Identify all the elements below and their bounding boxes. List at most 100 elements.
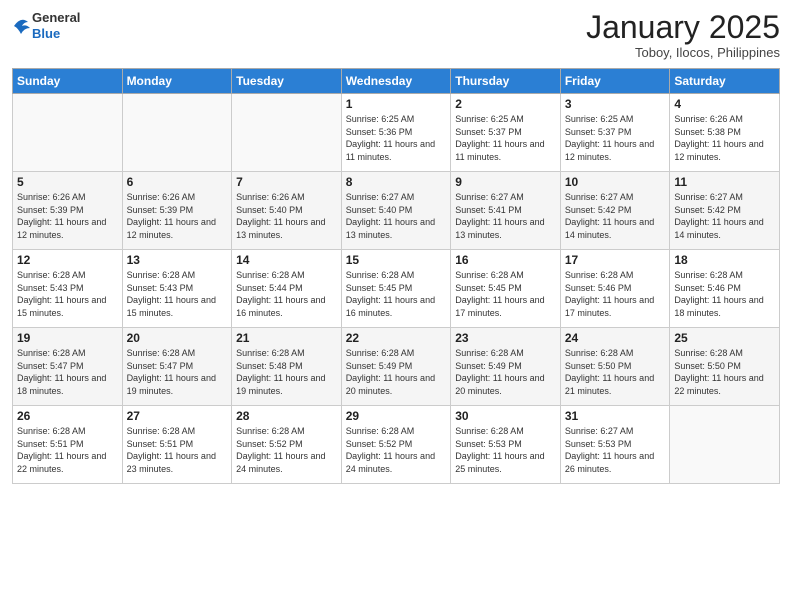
day-number: 1 (346, 97, 447, 111)
calendar-cell (670, 406, 780, 484)
calendar-cell: 12 Sunrise: 6:28 AMSunset: 5:43 PMDaylig… (13, 250, 123, 328)
calendar-cell: 27 Sunrise: 6:28 AMSunset: 5:51 PMDaylig… (122, 406, 232, 484)
day-number: 15 (346, 253, 447, 267)
calendar-cell: 8 Sunrise: 6:27 AMSunset: 5:40 PMDayligh… (341, 172, 451, 250)
col-friday: Friday (560, 69, 670, 94)
day-info: Sunrise: 6:28 AMSunset: 5:47 PMDaylight:… (17, 348, 106, 396)
day-number: 5 (17, 175, 118, 189)
title-block: January 2025 Toboy, Ilocos, Philippines (586, 10, 780, 60)
logo-container: General Blue (12, 10, 80, 41)
day-number: 18 (674, 253, 775, 267)
day-number: 29 (346, 409, 447, 423)
calendar-cell: 21 Sunrise: 6:28 AMSunset: 5:48 PMDaylig… (232, 328, 342, 406)
calendar-cell: 6 Sunrise: 6:26 AMSunset: 5:39 PMDayligh… (122, 172, 232, 250)
calendar-cell: 4 Sunrise: 6:26 AMSunset: 5:38 PMDayligh… (670, 94, 780, 172)
day-number: 8 (346, 175, 447, 189)
day-info: Sunrise: 6:28 AMSunset: 5:51 PMDaylight:… (127, 426, 216, 474)
logo: General Blue (12, 10, 80, 41)
calendar-cell: 22 Sunrise: 6:28 AMSunset: 5:49 PMDaylig… (341, 328, 451, 406)
day-number: 28 (236, 409, 337, 423)
calendar-cell (232, 94, 342, 172)
day-number: 22 (346, 331, 447, 345)
calendar-cell: 29 Sunrise: 6:28 AMSunset: 5:52 PMDaylig… (341, 406, 451, 484)
calendar-cell: 18 Sunrise: 6:28 AMSunset: 5:46 PMDaylig… (670, 250, 780, 328)
col-tuesday: Tuesday (232, 69, 342, 94)
day-number: 3 (565, 97, 666, 111)
logo-bird-icon (12, 12, 30, 40)
day-info: Sunrise: 6:28 AMSunset: 5:51 PMDaylight:… (17, 426, 106, 474)
day-info: Sunrise: 6:28 AMSunset: 5:49 PMDaylight:… (346, 348, 435, 396)
day-info: Sunrise: 6:28 AMSunset: 5:50 PMDaylight:… (674, 348, 763, 396)
day-info: Sunrise: 6:26 AMSunset: 5:39 PMDaylight:… (17, 192, 106, 240)
day-number: 19 (17, 331, 118, 345)
calendar-cell: 24 Sunrise: 6:28 AMSunset: 5:50 PMDaylig… (560, 328, 670, 406)
calendar: Sunday Monday Tuesday Wednesday Thursday… (12, 68, 780, 484)
day-info: Sunrise: 6:28 AMSunset: 5:49 PMDaylight:… (455, 348, 544, 396)
day-number: 17 (565, 253, 666, 267)
day-info: Sunrise: 6:25 AMSunset: 5:37 PMDaylight:… (565, 114, 654, 162)
day-number: 12 (17, 253, 118, 267)
day-number: 7 (236, 175, 337, 189)
day-info: Sunrise: 6:27 AMSunset: 5:42 PMDaylight:… (674, 192, 763, 240)
calendar-cell: 1 Sunrise: 6:25 AMSunset: 5:36 PMDayligh… (341, 94, 451, 172)
calendar-cell: 20 Sunrise: 6:28 AMSunset: 5:47 PMDaylig… (122, 328, 232, 406)
day-info: Sunrise: 6:26 AMSunset: 5:39 PMDaylight:… (127, 192, 216, 240)
day-info: Sunrise: 6:26 AMSunset: 5:40 PMDaylight:… (236, 192, 325, 240)
calendar-cell (13, 94, 123, 172)
calendar-cell: 9 Sunrise: 6:27 AMSunset: 5:41 PMDayligh… (451, 172, 561, 250)
day-info: Sunrise: 6:28 AMSunset: 5:52 PMDaylight:… (236, 426, 325, 474)
day-number: 31 (565, 409, 666, 423)
day-number: 26 (17, 409, 118, 423)
calendar-cell: 16 Sunrise: 6:28 AMSunset: 5:45 PMDaylig… (451, 250, 561, 328)
header: General Blue January 2025 Toboy, Ilocos,… (12, 10, 780, 60)
day-info: Sunrise: 6:28 AMSunset: 5:48 PMDaylight:… (236, 348, 325, 396)
day-number: 21 (236, 331, 337, 345)
calendar-cell: 15 Sunrise: 6:28 AMSunset: 5:45 PMDaylig… (341, 250, 451, 328)
day-number: 6 (127, 175, 228, 189)
day-number: 11 (674, 175, 775, 189)
day-number: 16 (455, 253, 556, 267)
day-info: Sunrise: 6:28 AMSunset: 5:45 PMDaylight:… (455, 270, 544, 318)
col-thursday: Thursday (451, 69, 561, 94)
day-info: Sunrise: 6:26 AMSunset: 5:38 PMDaylight:… (674, 114, 763, 162)
day-info: Sunrise: 6:27 AMSunset: 5:53 PMDaylight:… (565, 426, 654, 474)
calendar-cell: 19 Sunrise: 6:28 AMSunset: 5:47 PMDaylig… (13, 328, 123, 406)
day-number: 27 (127, 409, 228, 423)
calendar-cell: 31 Sunrise: 6:27 AMSunset: 5:53 PMDaylig… (560, 406, 670, 484)
day-number: 2 (455, 97, 556, 111)
logo-general: General (32, 10, 80, 26)
day-number: 13 (127, 253, 228, 267)
calendar-cell: 14 Sunrise: 6:28 AMSunset: 5:44 PMDaylig… (232, 250, 342, 328)
day-info: Sunrise: 6:28 AMSunset: 5:47 PMDaylight:… (127, 348, 216, 396)
calendar-cell: 2 Sunrise: 6:25 AMSunset: 5:37 PMDayligh… (451, 94, 561, 172)
day-info: Sunrise: 6:28 AMSunset: 5:46 PMDaylight:… (674, 270, 763, 318)
page: General Blue January 2025 Toboy, Ilocos,… (0, 0, 792, 612)
col-monday: Monday (122, 69, 232, 94)
calendar-cell: 26 Sunrise: 6:28 AMSunset: 5:51 PMDaylig… (13, 406, 123, 484)
day-number: 4 (674, 97, 775, 111)
month-year: January 2025 (586, 10, 780, 45)
day-info: Sunrise: 6:27 AMSunset: 5:42 PMDaylight:… (565, 192, 654, 240)
col-wednesday: Wednesday (341, 69, 451, 94)
calendar-cell (122, 94, 232, 172)
calendar-cell: 23 Sunrise: 6:28 AMSunset: 5:49 PMDaylig… (451, 328, 561, 406)
location: Toboy, Ilocos, Philippines (586, 45, 780, 60)
day-info: Sunrise: 6:28 AMSunset: 5:52 PMDaylight:… (346, 426, 435, 474)
logo-blue: Blue (32, 26, 80, 42)
day-info: Sunrise: 6:28 AMSunset: 5:43 PMDaylight:… (17, 270, 106, 318)
calendar-cell: 13 Sunrise: 6:28 AMSunset: 5:43 PMDaylig… (122, 250, 232, 328)
calendar-cell: 3 Sunrise: 6:25 AMSunset: 5:37 PMDayligh… (560, 94, 670, 172)
calendar-cell: 11 Sunrise: 6:27 AMSunset: 5:42 PMDaylig… (670, 172, 780, 250)
day-number: 23 (455, 331, 556, 345)
col-sunday: Sunday (13, 69, 123, 94)
day-info: Sunrise: 6:25 AMSunset: 5:36 PMDaylight:… (346, 114, 435, 162)
calendar-cell: 28 Sunrise: 6:28 AMSunset: 5:52 PMDaylig… (232, 406, 342, 484)
day-info: Sunrise: 6:28 AMSunset: 5:46 PMDaylight:… (565, 270, 654, 318)
day-number: 25 (674, 331, 775, 345)
day-info: Sunrise: 6:28 AMSunset: 5:44 PMDaylight:… (236, 270, 325, 318)
col-saturday: Saturday (670, 69, 780, 94)
calendar-cell: 17 Sunrise: 6:28 AMSunset: 5:46 PMDaylig… (560, 250, 670, 328)
calendar-cell: 25 Sunrise: 6:28 AMSunset: 5:50 PMDaylig… (670, 328, 780, 406)
day-info: Sunrise: 6:28 AMSunset: 5:43 PMDaylight:… (127, 270, 216, 318)
day-number: 24 (565, 331, 666, 345)
